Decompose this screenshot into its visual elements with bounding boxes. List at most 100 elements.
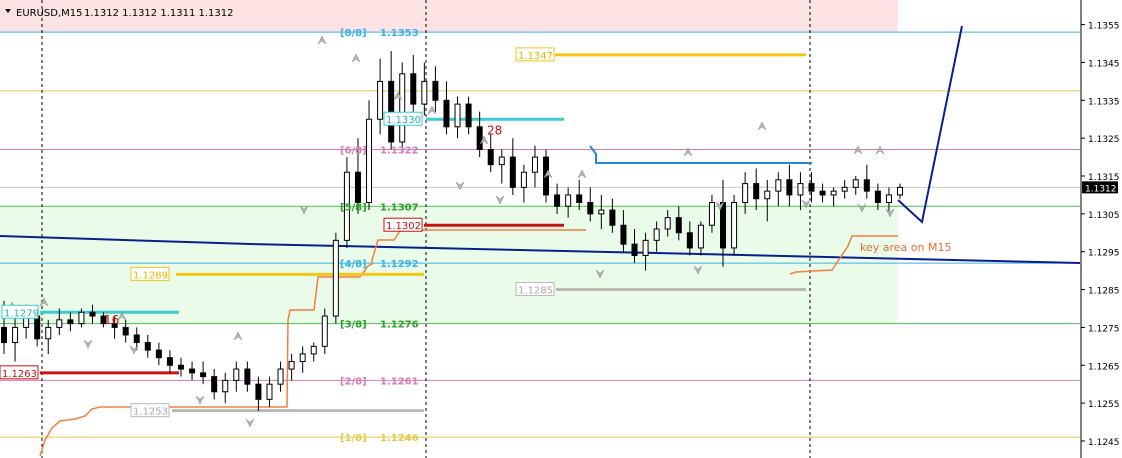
candle-body (255, 383, 262, 400)
fractal-up-arrow (317, 35, 327, 45)
murrey-label: [6/8] (340, 146, 367, 157)
candle-body (863, 179, 870, 192)
candle-body (531, 156, 538, 173)
candle-body (388, 80, 395, 143)
fractal-down-arrow (455, 181, 465, 191)
murrey-label: [5/8] (340, 202, 367, 213)
candle-body (885, 194, 892, 204)
key-area-annotation: key area on M15 (860, 241, 951, 254)
candle-body (520, 171, 527, 188)
candle-body (67, 319, 74, 325)
candle-body (89, 311, 96, 317)
candle-body (377, 80, 384, 120)
candle-body (786, 179, 793, 196)
candle-body (642, 239, 649, 256)
candle-body (797, 183, 804, 196)
fractal-down-arrow (195, 395, 205, 405)
candle-body (155, 349, 162, 359)
candle-body (620, 224, 627, 245)
candle-body (443, 99, 450, 128)
candle-body (554, 194, 561, 207)
level-box-value: 1.1347 (518, 51, 553, 62)
candle-body (354, 171, 361, 204)
candle-body (177, 364, 184, 370)
murrey-label: [8/8] (340, 28, 367, 39)
level-box-value: 1.1279 (4, 308, 39, 319)
bar-counter: 16 (104, 313, 119, 327)
candle-body (686, 232, 693, 249)
candle-body (233, 368, 240, 381)
candle-body (211, 376, 218, 393)
candle-body (841, 186, 848, 192)
candle-body (565, 194, 572, 207)
candle-body (576, 194, 583, 204)
candle-body (277, 368, 284, 385)
y-axis-tick-label: 1.1255 (1088, 400, 1120, 410)
murrey-label: [4/8] (340, 259, 367, 270)
candle-body (476, 126, 483, 151)
y-axis-tick-label: 1.1265 (1088, 362, 1120, 372)
ohlc-values: 1.1312 1.1312 1.1311 1.1312 (84, 8, 234, 19)
candle-body (299, 353, 306, 362)
fractal-up-arrow (427, 105, 437, 115)
candle-body (399, 73, 406, 143)
y-axis-tick-label: 1.1355 (1088, 22, 1120, 32)
candle-body (509, 156, 516, 188)
murrey-value: 1.1246 (380, 433, 419, 444)
candle-body (122, 326, 129, 336)
candle-body (332, 239, 339, 317)
fractal-down-arrow (83, 339, 93, 349)
murrey-value: 1.1276 (380, 320, 419, 331)
candle-body (731, 202, 738, 249)
candle-body (454, 103, 461, 128)
candle-body (45, 326, 52, 340)
fractal-up-arrow (577, 169, 587, 179)
murrey-label: [3/8] (340, 320, 367, 331)
price-chart[interactable]: [8/8] 1.1353 [6/8] 1.1322 [5/8] 1.1307 [4/8] 1.… (0, 0, 1122, 458)
candle-body (897, 186, 903, 196)
level-box-value: 1.1289 (133, 270, 168, 281)
candle-body (56, 319, 63, 328)
chart-window: [8/8] 1.1353 [6/8] 1.1322 [5/8] 1.1307 [4/8] 1.… (0, 0, 1122, 458)
candle-body (366, 118, 373, 204)
candle-body (266, 383, 273, 400)
candle-body (664, 217, 671, 230)
candle-body (421, 80, 428, 105)
candle-body (653, 228, 660, 241)
projection-line (897, 25, 963, 224)
murrey-value: 1.1261 (380, 376, 419, 387)
y-axis-tick-label: 1.1275 (1088, 324, 1120, 334)
candle-body (166, 357, 173, 366)
murrey-label: [2/8] (340, 376, 367, 387)
y-axis-tick-label: 1.1245 (1088, 438, 1120, 448)
level-box-value: 1.1263 (2, 369, 37, 380)
candle-body (697, 224, 704, 249)
y-axis-tick-label: 1.1325 (1088, 135, 1120, 145)
level-box-value: 1.1302 (386, 221, 421, 232)
candle-body (78, 311, 85, 325)
bar-counter: 28 (487, 124, 502, 138)
candle-body (487, 149, 494, 166)
candle-body (775, 179, 782, 192)
murrey-value: 1.1292 (380, 259, 419, 270)
candle-body (753, 183, 760, 200)
candle-body (720, 202, 727, 249)
candle-body (675, 217, 682, 234)
candle-body (465, 103, 472, 128)
candle-body (874, 190, 881, 204)
candle-body (609, 209, 616, 226)
y-axis-tick-label: 1.1285 (1088, 287, 1120, 297)
candle-body (742, 183, 749, 204)
candle-body (133, 334, 140, 344)
resistance-box-line (589, 145, 812, 164)
candle-body (34, 315, 41, 340)
murrey-value: 1.1353 (380, 28, 419, 39)
current-price-value: 1.1312 (1085, 184, 1117, 194)
y-axis-tick-label: 1.1295 (1088, 249, 1120, 259)
candle-body (587, 202, 594, 215)
level-box-value: 1.1285 (518, 286, 553, 297)
fractal-up-arrow (757, 121, 767, 131)
candle-body (631, 243, 638, 256)
candle-body (222, 379, 229, 393)
level-box-value: 1.1330 (386, 115, 421, 126)
